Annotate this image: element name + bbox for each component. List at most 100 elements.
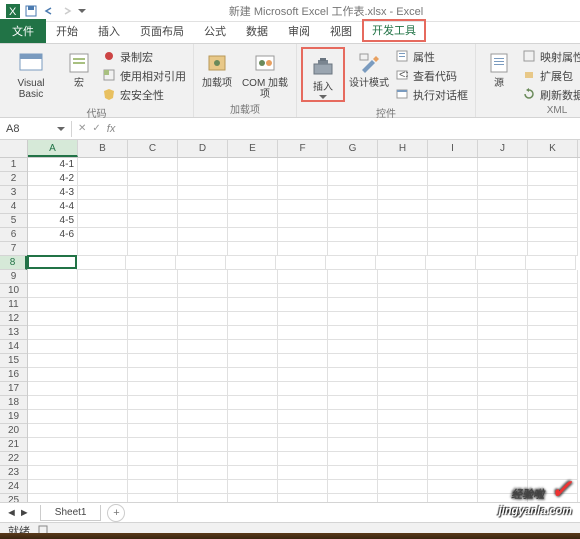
cell[interactable]: [478, 158, 528, 172]
cell[interactable]: [278, 284, 328, 298]
cell[interactable]: [128, 466, 178, 480]
cell[interactable]: [476, 256, 526, 270]
cell[interactable]: 4-1: [28, 158, 78, 172]
cell[interactable]: [378, 424, 428, 438]
cell[interactable]: [528, 242, 578, 256]
properties-button[interactable]: 属性: [393, 48, 471, 66]
column-header[interactable]: D: [178, 140, 228, 157]
cell[interactable]: [428, 396, 478, 410]
row-header[interactable]: 5: [0, 214, 27, 228]
cell[interactable]: [278, 200, 328, 214]
cell[interactable]: [78, 242, 128, 256]
cell[interactable]: [428, 354, 478, 368]
cell[interactable]: [28, 326, 78, 340]
addins-button[interactable]: 加载项: [198, 46, 236, 89]
cell[interactable]: [128, 354, 178, 368]
cell[interactable]: [428, 410, 478, 424]
cell[interactable]: [328, 228, 378, 242]
cell[interactable]: [28, 284, 78, 298]
cell[interactable]: [178, 298, 228, 312]
cell[interactable]: [428, 298, 478, 312]
cell[interactable]: [526, 256, 576, 270]
column-header[interactable]: B: [78, 140, 128, 157]
cell[interactable]: [128, 452, 178, 466]
cell[interactable]: [428, 480, 478, 494]
cell[interactable]: 4-3: [28, 186, 78, 200]
name-box[interactable]: A8: [0, 121, 72, 137]
cell[interactable]: [228, 200, 278, 214]
cell[interactable]: [228, 298, 278, 312]
column-header[interactable]: C: [128, 140, 178, 157]
cell[interactable]: [78, 396, 128, 410]
view-code-button[interactable]: <>查看代码: [393, 67, 471, 85]
cell[interactable]: [378, 200, 428, 214]
cell[interactable]: [428, 368, 478, 382]
tab-home[interactable]: 开始: [46, 20, 88, 43]
cell[interactable]: [428, 158, 478, 172]
cell[interactable]: [78, 228, 128, 242]
cell[interactable]: [28, 480, 78, 494]
record-macro-button[interactable]: 录制宏: [100, 48, 189, 66]
refresh-data-button[interactable]: 刷新数据: [520, 86, 580, 104]
cell[interactable]: [228, 354, 278, 368]
cell[interactable]: [228, 284, 278, 298]
row-header[interactable]: 13: [0, 326, 27, 340]
cell[interactable]: [478, 368, 528, 382]
cell[interactable]: [328, 298, 378, 312]
row-header[interactable]: 19: [0, 410, 27, 424]
row-header[interactable]: 8: [0, 256, 27, 270]
cell[interactable]: [128, 410, 178, 424]
cell[interactable]: [278, 466, 328, 480]
cell[interactable]: [228, 186, 278, 200]
cell[interactable]: [428, 214, 478, 228]
cell[interactable]: [378, 312, 428, 326]
cell[interactable]: [128, 382, 178, 396]
cell[interactable]: [28, 354, 78, 368]
cell[interactable]: 4-5: [28, 214, 78, 228]
cell[interactable]: [178, 410, 228, 424]
cell[interactable]: [428, 172, 478, 186]
cell[interactable]: [328, 354, 378, 368]
cell[interactable]: [178, 382, 228, 396]
cell[interactable]: [328, 452, 378, 466]
cell[interactable]: [528, 214, 578, 228]
column-header[interactable]: K: [528, 140, 578, 157]
cell[interactable]: [128, 172, 178, 186]
cell[interactable]: [528, 354, 578, 368]
cell[interactable]: [528, 368, 578, 382]
cell[interactable]: [528, 396, 578, 410]
cell[interactable]: [228, 228, 278, 242]
cell[interactable]: [28, 270, 78, 284]
cell[interactable]: [528, 410, 578, 424]
cell[interactable]: [228, 452, 278, 466]
cell[interactable]: [228, 158, 278, 172]
cell[interactable]: [278, 438, 328, 452]
cell[interactable]: [478, 410, 528, 424]
row-header[interactable]: 23: [0, 466, 27, 480]
cell[interactable]: [328, 172, 378, 186]
cell[interactable]: [328, 396, 378, 410]
cell[interactable]: [428, 340, 478, 354]
undo-icon[interactable]: [42, 4, 56, 18]
tab-insert[interactable]: 插入: [88, 20, 130, 43]
cell[interactable]: [278, 228, 328, 242]
cell[interactable]: [328, 214, 378, 228]
cell[interactable]: [278, 340, 328, 354]
row-header[interactable]: 10: [0, 284, 27, 298]
row-header[interactable]: 14: [0, 340, 27, 354]
tab-layout[interactable]: 页面布局: [130, 20, 194, 43]
cell[interactable]: [128, 242, 178, 256]
cell[interactable]: [228, 326, 278, 340]
cell[interactable]: [28, 452, 78, 466]
cell[interactable]: [428, 284, 478, 298]
cell[interactable]: [228, 438, 278, 452]
cell[interactable]: [178, 368, 228, 382]
row-header[interactable]: 2: [0, 172, 27, 186]
cell[interactable]: [378, 480, 428, 494]
tab-view[interactable]: 视图: [320, 20, 362, 43]
cell[interactable]: [478, 382, 528, 396]
cell[interactable]: [178, 466, 228, 480]
cell[interactable]: [278, 242, 328, 256]
qat-dropdown-icon[interactable]: [78, 9, 86, 13]
cell[interactable]: [278, 186, 328, 200]
